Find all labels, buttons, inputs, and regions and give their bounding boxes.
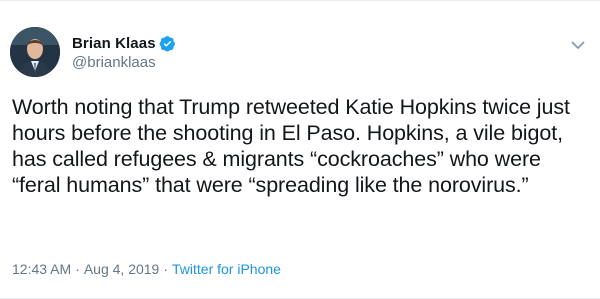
tweet-time[interactable]: 12:43 AM — [12, 261, 71, 277]
chevron-down-icon — [571, 41, 585, 49]
verified-badge-icon — [159, 35, 176, 52]
profile-photo-icon — [10, 27, 60, 77]
tweet-metadata: 12:43 AM · Aug 4, 2019 · Twitter for iPh… — [12, 261, 281, 277]
tweet-menu-button[interactable] — [568, 35, 588, 55]
user-info: Brian Klaas @brianklaas — [72, 33, 176, 71]
tweet-date[interactable]: Aug 4, 2019 — [84, 261, 160, 277]
tweet-source-link[interactable]: Twitter for iPhone — [172, 261, 281, 277]
name-row: Brian Klaas — [72, 33, 176, 53]
tweet-text: Worth noting that Trump retweeted Katie … — [12, 95, 570, 197]
meta-separator: · — [75, 261, 80, 277]
meta-separator: · — [163, 261, 169, 277]
tweet-card: Brian Klaas @brianklaas Worth noting tha… — [0, 0, 600, 299]
tweet-header: Brian Klaas @brianklaas — [10, 27, 176, 77]
avatar[interactable] — [10, 27, 60, 77]
display-name[interactable]: Brian Klaas — [72, 35, 156, 52]
user-handle[interactable]: @brianklaas — [72, 54, 176, 71]
